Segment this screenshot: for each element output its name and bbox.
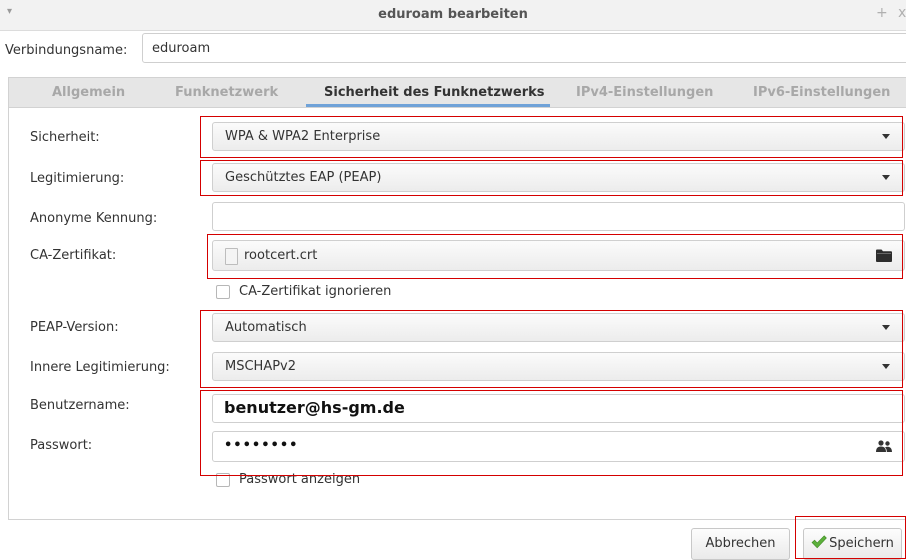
tab-bar: Allgemein Funknetzwerk Sicherheit des Fu… bbox=[8, 77, 906, 108]
ignore-ca-label[interactable]: CA-Zertifikat ignorieren bbox=[239, 284, 391, 299]
tab-wifi-security[interactable]: Sicherheit des Funknetzwerks bbox=[324, 85, 545, 100]
tab-general[interactable]: Allgemein bbox=[52, 85, 125, 100]
authentication-value: Geschütztes EAP (PEAP) bbox=[225, 170, 382, 185]
ca-certificate-label: CA-Zertifikat: bbox=[30, 248, 117, 263]
ca-certificate-chooser[interactable]: rootcert.crt bbox=[212, 240, 905, 271]
checkmark-icon bbox=[811, 535, 827, 549]
password-input[interactable]: •••••••• bbox=[212, 431, 905, 462]
security-label: Sicherheit: bbox=[30, 130, 100, 145]
show-password-checkbox[interactable] bbox=[216, 473, 230, 487]
peap-version-value: Automatisch bbox=[225, 320, 307, 335]
active-tab-indicator bbox=[306, 104, 550, 107]
people-icon[interactable] bbox=[876, 440, 892, 452]
close-icon[interactable]: x bbox=[898, 5, 906, 21]
anonymous-identity-input[interactable] bbox=[212, 202, 905, 231]
maximize-icon[interactable]: + bbox=[876, 5, 888, 21]
password-value: •••••••• bbox=[224, 438, 299, 453]
security-dropdown[interactable]: WPA & WPA2 Enterprise bbox=[212, 122, 905, 151]
security-value: WPA & WPA2 Enterprise bbox=[225, 129, 381, 144]
inner-auth-value: MSCHAPv2 bbox=[225, 359, 297, 374]
chevron-down-icon bbox=[882, 364, 890, 369]
inner-auth-dropdown[interactable]: MSCHAPv2 bbox=[212, 352, 905, 381]
tab-wifi[interactable]: Funknetzwerk bbox=[175, 85, 278, 100]
username-label: Benutzername: bbox=[30, 398, 130, 413]
connection-name-input[interactable]: eduroam bbox=[142, 33, 906, 63]
anonymous-identity-label: Anonyme Kennung: bbox=[30, 211, 158, 226]
tab-ipv6-settings[interactable]: IPv6-Einstellungen bbox=[753, 85, 890, 100]
title-bar: ▾ eduroam bearbeiten + x bbox=[0, 0, 906, 31]
connection-name-label: Verbindungsname: bbox=[5, 43, 128, 58]
ignore-ca-checkbox[interactable] bbox=[216, 285, 230, 299]
username-input[interactable]: benutzer@hs-gm.de bbox=[212, 394, 905, 423]
chevron-down-icon bbox=[882, 134, 890, 139]
chevron-down-icon bbox=[882, 325, 890, 330]
ca-certificate-filename: rootcert.crt bbox=[244, 248, 318, 263]
folder-icon[interactable] bbox=[876, 249, 892, 262]
peap-version-dropdown[interactable]: Automatisch bbox=[212, 313, 905, 342]
peap-version-label: PEAP-Version: bbox=[30, 320, 119, 335]
window-title: eduroam bearbeiten bbox=[378, 7, 528, 22]
username-value: benutzer@hs-gm.de bbox=[224, 398, 405, 417]
cancel-button[interactable]: Abbrechen bbox=[691, 528, 790, 560]
show-password-label[interactable]: Passwort anzeigen bbox=[239, 472, 360, 487]
save-button-label: Speichern bbox=[829, 536, 894, 551]
authentication-dropdown[interactable]: Geschütztes EAP (PEAP) bbox=[212, 163, 905, 192]
inner-auth-label: Innere Legitimierung: bbox=[30, 360, 170, 375]
authentication-label: Legitimierung: bbox=[30, 171, 125, 186]
save-button[interactable]: Speichern bbox=[803, 528, 902, 560]
tab-ipv4-settings[interactable]: IPv4-Einstellungen bbox=[576, 85, 713, 100]
password-label: Passwort: bbox=[30, 438, 93, 453]
file-icon bbox=[225, 248, 238, 265]
cancel-button-label: Abbrechen bbox=[705, 536, 776, 551]
chevron-down-icon bbox=[882, 175, 890, 180]
